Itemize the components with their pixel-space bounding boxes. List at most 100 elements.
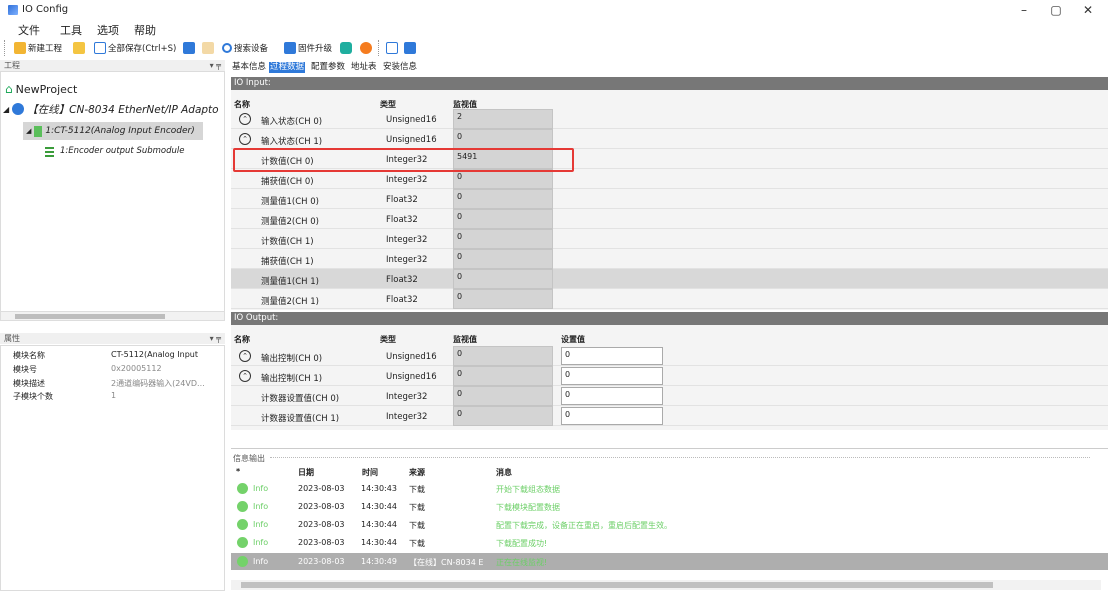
tree-item-submodule[interactable]: 1:Encoder output Submodule: [45, 142, 185, 160]
pin-icon[interactable]: ▾ ╤: [210, 60, 221, 71]
tree-item-label: 1:Encoder output Submodule: [60, 146, 185, 156]
pin-icon[interactable]: ▾ ╤: [210, 333, 221, 344]
properties-panel-title: 属性: [4, 334, 20, 343]
property-row: 子模块个数 1: [1, 391, 226, 403]
table-row[interactable]: 测量值1(CH 0) Float32 0: [231, 189, 1108, 209]
cell-name: 输出控制(CH 0): [261, 354, 323, 364]
table-row[interactable]: ⌃ 输出控制(CH 0) Unsigned16 0 0: [231, 346, 1108, 366]
table-row[interactable]: ⌃ 输入状态(CH 1) Unsigned16 0: [231, 129, 1108, 149]
config-button[interactable]: [202, 41, 214, 55]
table-row[interactable]: 测量值2(CH 0) Float32 0: [231, 209, 1108, 229]
minimize-button[interactable]: –: [1008, 2, 1040, 18]
project-panel-header: 工程 ▾ ╤: [0, 60, 225, 71]
project-panel-title: 工程: [4, 61, 20, 70]
cell-monitor: 0: [453, 366, 553, 386]
cell-type: Float32: [386, 295, 418, 305]
scroll-thumb[interactable]: [241, 582, 993, 588]
menu-tools[interactable]: 工具: [60, 22, 82, 38]
online-button[interactable]: [340, 41, 352, 55]
expand-icon[interactable]: ⌃: [239, 350, 251, 362]
open-folder-button[interactable]: [73, 41, 85, 55]
maximize-button[interactable]: ▢: [1040, 2, 1072, 18]
table-row[interactable]: 计数值(CH 1) Integer32 0: [231, 229, 1108, 249]
property-key: 模块描述: [13, 379, 45, 388]
log-source: 【在线】CN-8034 E: [409, 558, 484, 567]
close-button[interactable]: ✕: [1072, 2, 1104, 18]
search-device-button[interactable]: 搜索设备: [222, 41, 268, 55]
log-row[interactable]: Info 2023-08-03 14:30:43 下载 开始下载组态数据: [231, 480, 1108, 497]
menu-file[interactable]: 文件: [18, 22, 40, 38]
properties-grid: 模块名称 CT-5112(Analog Input 模块号 0x20005112…: [0, 345, 225, 591]
expand-icon[interactable]: ⌃: [239, 133, 251, 145]
set-value-input[interactable]: 0: [561, 407, 663, 425]
log-horizontal-scrollbar[interactable]: [231, 580, 1101, 590]
table-row[interactable]: 捕获值(CH 0) Integer32 0: [231, 169, 1108, 189]
cell-type: Float32: [386, 215, 418, 225]
cell-name: 计数值(CH 1): [261, 237, 314, 247]
tab-basic-info[interactable]: 基本信息: [231, 62, 267, 73]
cell-name: 计数器设置值(CH 1): [261, 414, 340, 424]
scroll-thumb[interactable]: [15, 314, 165, 319]
log-date: 2023-08-03: [298, 557, 345, 566]
log-row[interactable]: Info 2023-08-03 14:30:44 下载 下载配置成功!: [231, 534, 1108, 551]
cell-type: Unsigned16: [386, 115, 437, 125]
col-source: 来源: [409, 468, 425, 477]
layout-button[interactable]: [386, 41, 398, 55]
table-row[interactable]: 计数器设置值(CH 1) Integer32 0 0: [231, 406, 1108, 426]
col-time: 时间: [362, 468, 378, 477]
cell-monitor: 0: [453, 386, 553, 406]
property-value: 1: [111, 391, 117, 400]
set-value-input[interactable]: 0: [561, 387, 663, 405]
cell-type: Integer32: [386, 255, 428, 265]
export-button[interactable]: [404, 41, 416, 55]
table-row[interactable]: ⌃ 输出控制(CH 1) Unsigned16 0 0: [231, 366, 1108, 386]
cell-monitor: 0: [453, 346, 553, 366]
log-source: 下载: [409, 539, 425, 548]
log-title-rule: [270, 457, 1090, 458]
tree-horizontal-scrollbar[interactable]: [0, 311, 225, 321]
new-project-label: 新建工程: [28, 44, 63, 54]
download-icon: [284, 42, 296, 54]
table-row[interactable]: ⌃ 输入状态(CH 0) Unsigned16 2: [231, 109, 1108, 129]
set-value-input[interactable]: 0: [561, 367, 663, 385]
new-project-icon: [14, 42, 26, 54]
property-key: 模块号: [13, 365, 37, 374]
search-device-label: 搜索设备: [234, 44, 269, 54]
log-row[interactable]: Info 2023-08-03 14:30:49 【在线】CN-8034 E 正…: [231, 553, 1108, 570]
cell-type: Integer32: [386, 412, 428, 422]
table-row[interactable]: 捕获值(CH 1) Integer32 0: [231, 249, 1108, 269]
new-project-button[interactable]: 新建工程: [14, 41, 62, 55]
table-row[interactable]: 测量值2(CH 1) Float32 0: [231, 289, 1108, 309]
tab-config-params[interactable]: 配置参数: [310, 62, 346, 73]
save-all-button[interactable]: 全部保存(Ctrl+S): [94, 41, 176, 55]
tree-item-newproject[interactable]: ⌂ NewProject: [5, 80, 77, 98]
warning-button[interactable]: [360, 41, 372, 55]
cell-monitor: 0: [453, 189, 553, 209]
tree-item-label: 【在线】CN-8034 EtherNet/IP Adapto: [27, 103, 219, 116]
expand-icon[interactable]: ⌃: [239, 113, 251, 125]
log-row[interactable]: Info 2023-08-03 14:30:44 下载 配置下载完成，设备正在重…: [231, 516, 1108, 533]
log-level: Info: [253, 520, 269, 529]
cell-type: Integer32: [386, 392, 428, 402]
firmware-upgrade-label: 固件升级: [298, 44, 333, 54]
save-as-button[interactable]: [183, 41, 195, 55]
table-row[interactable]: 测量值1(CH 1) Float32 0: [231, 269, 1108, 289]
toolbar-separator: [378, 40, 380, 56]
firmware-upgrade-button[interactable]: 固件升级: [284, 41, 332, 55]
toolbar-grip: [4, 40, 6, 56]
tab-process-data[interactable]: 过程数据: [269, 62, 306, 73]
save-icon: [94, 42, 106, 54]
folder-icon: [73, 42, 85, 54]
tree-item-module[interactable]: ◢ 1:CT-5112(Analog Input Encoder): [23, 122, 203, 140]
tab-address-table[interactable]: 地址表: [350, 62, 378, 73]
tree-item-adapter[interactable]: ◢ 【在线】CN-8034 EtherNet/IP Adapto: [3, 100, 219, 118]
expand-icon[interactable]: ⌃: [239, 370, 251, 382]
table-row[interactable]: 计数器设置值(CH 0) Integer32 0 0: [231, 386, 1108, 406]
menu-options[interactable]: 选项: [97, 22, 119, 38]
log-row[interactable]: Info 2023-08-03 14:30:44 下载 下载模块配置数据: [231, 498, 1108, 515]
menu-help[interactable]: 帮助: [134, 22, 156, 38]
cell-name: 输出控制(CH 1): [261, 374, 323, 384]
properties-panel-header: 属性 ▾ ╤: [0, 333, 225, 344]
tab-install-info[interactable]: 安装信息: [382, 62, 418, 73]
set-value-input[interactable]: 0: [561, 347, 663, 365]
